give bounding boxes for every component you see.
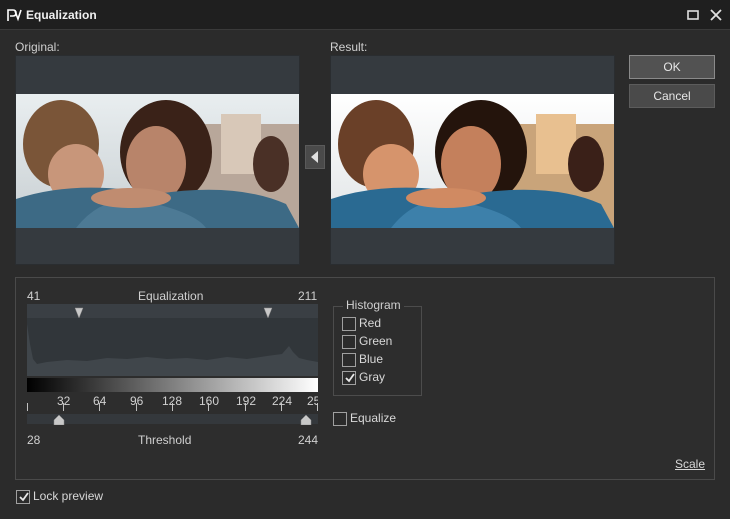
equalization-title: Equalization [138, 289, 204, 303]
cancel-button[interactable]: Cancel [629, 84, 715, 108]
threshold-handles [53, 414, 312, 426]
triangle-left-icon [311, 151, 318, 163]
checkbox-label: Gray [359, 370, 386, 384]
tick-label: 160 [199, 394, 220, 408]
checkbox-box [342, 371, 356, 385]
checkbox-label: Green [359, 334, 393, 348]
checkbox-equalize[interactable]: Equalize [333, 411, 413, 427]
ok-button[interactable]: OK [629, 55, 715, 79]
title-bar: Equalization [0, 0, 730, 30]
tick-label: 64 [93, 394, 107, 408]
checkbox-red[interactable]: Red [342, 316, 412, 332]
window-title: Equalization [26, 8, 97, 22]
threshold-track[interactable] [27, 414, 318, 426]
scale-link[interactable]: Scale [675, 457, 705, 471]
checkbox-gray[interactable]: Gray [342, 370, 412, 386]
checkbox-green[interactable]: Green [342, 334, 412, 350]
tick-label: 192 [236, 394, 257, 408]
original-preview[interactable] [15, 55, 300, 265]
pv-logo-icon [7, 9, 22, 22]
checkmark-icon [345, 373, 355, 383]
original-label: Original: [15, 40, 60, 54]
threshold-high-handle[interactable] [300, 414, 312, 426]
result-preview[interactable] [330, 55, 615, 265]
checkbox-box [342, 353, 356, 367]
threshold-label: Threshold [138, 433, 192, 447]
original-photo [16, 94, 299, 228]
close-icon[interactable] [708, 7, 724, 23]
tick-label: 32 [57, 394, 71, 408]
checkmark-icon [19, 492, 29, 502]
histogram-graph [27, 304, 318, 376]
checkbox-box [333, 412, 347, 426]
threshold-high-value: 244 [298, 433, 319, 447]
result-photo [331, 94, 614, 228]
threshold-low-handle[interactable] [53, 414, 65, 426]
tick-label: 224 [272, 394, 293, 408]
checkbox-label: Lock preview [33, 489, 104, 503]
maximize-icon[interactable] [685, 7, 701, 23]
histogram-area[interactable] [27, 304, 318, 376]
tick-label: 96 [130, 394, 144, 408]
apply-arrow-button[interactable] [305, 145, 325, 169]
tick-label: 25 [307, 394, 318, 408]
checkbox-label: Red [359, 316, 382, 330]
tick-label: 128 [162, 394, 183, 408]
checkbox-box [342, 335, 356, 349]
result-label: Result: [330, 40, 368, 54]
threshold-low-value: 28 [27, 433, 41, 447]
equalization-high-value: 211 [298, 289, 318, 303]
checkbox-box [342, 317, 356, 331]
histogram-group-title: Histogram [343, 298, 404, 312]
grayscale-gradient [27, 378, 318, 392]
equalization-low-value: 41 [27, 289, 41, 303]
checkbox-box [16, 490, 30, 504]
checkbox-label: Equalize [350, 411, 397, 425]
checkbox-blue[interactable]: Blue [342, 352, 412, 368]
checkbox-lock-preview[interactable]: Lock preview [16, 489, 116, 505]
checkbox-label: Blue [359, 352, 384, 366]
